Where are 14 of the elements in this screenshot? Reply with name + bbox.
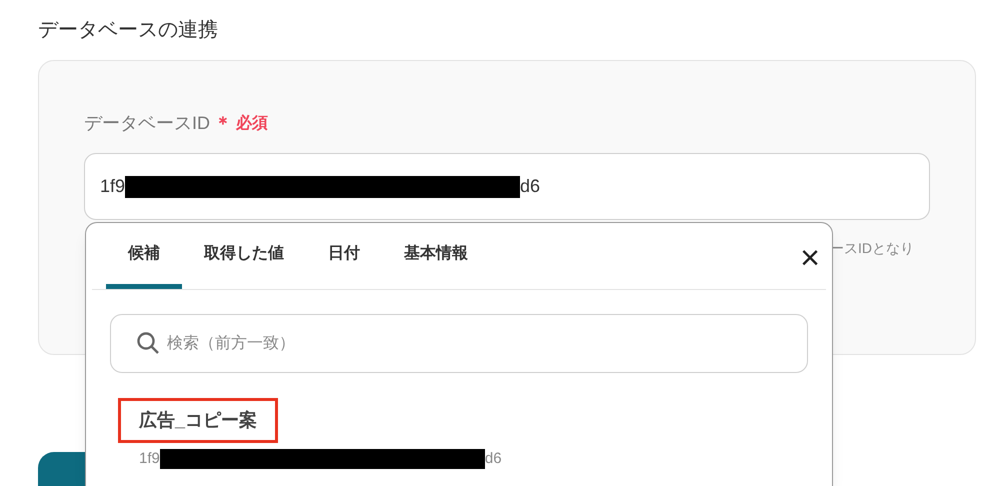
search-field[interactable]: 検索（前方一致） bbox=[110, 314, 808, 373]
item-title[interactable]: 広告_コピー案 bbox=[118, 398, 278, 443]
required-text: 必須 bbox=[236, 113, 268, 134]
close-button[interactable]: × bbox=[800, 241, 820, 275]
field-label: データベースID bbox=[84, 112, 210, 135]
tab[interactable]: 候補 bbox=[106, 223, 182, 289]
required-mark: ＊ bbox=[214, 112, 232, 135]
tab[interactable]: 基本情報 bbox=[382, 223, 490, 289]
item-id: 1f9 d6 bbox=[139, 448, 502, 470]
database-id-input[interactable]: 1f9 d6 bbox=[84, 153, 930, 220]
tab[interactable]: 日付 bbox=[306, 223, 382, 289]
section-title: データベースの連携 bbox=[38, 18, 218, 43]
tab[interactable]: 取得した値 bbox=[182, 223, 306, 289]
search-icon bbox=[136, 331, 160, 355]
